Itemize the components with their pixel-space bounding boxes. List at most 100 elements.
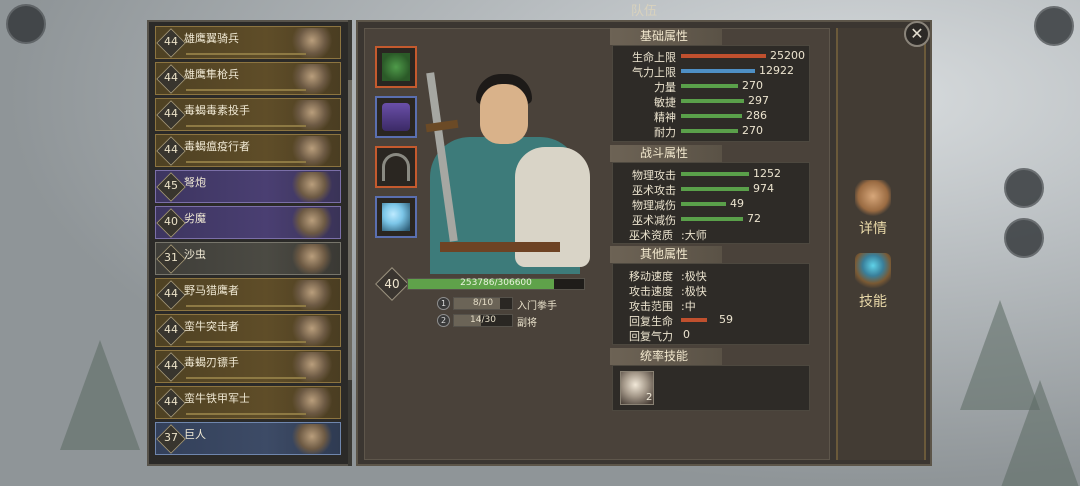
stat-bar bbox=[681, 129, 738, 133]
equip-slot-weapon[interactable] bbox=[375, 146, 417, 188]
stat-value: :大师 bbox=[681, 229, 707, 242]
bow-icon bbox=[382, 153, 410, 181]
unit-portrait bbox=[290, 208, 334, 238]
trait-rank-badge: 1 bbox=[437, 297, 450, 310]
unit-level: 44 bbox=[164, 107, 178, 120]
trait-rank-badge: 2 bbox=[437, 314, 450, 327]
action-orb-top bbox=[1004, 168, 1044, 208]
base-stats-box: 生命上限 25200 气力上限 12922 力量 270 敏捷 297 精神 286 耐力 270 bbox=[612, 45, 810, 142]
stat-label: 移动速度 bbox=[629, 270, 673, 283]
details-label: 详情 bbox=[859, 221, 887, 237]
stat-row: 敏捷 297 bbox=[613, 94, 811, 109]
xp-text: 253786/306600 bbox=[460, 278, 532, 288]
stat-value-text: 中 bbox=[684, 300, 696, 313]
unit-level: 31 bbox=[164, 251, 178, 264]
roster-unit-row[interactable]: 44 蛮牛铁甲军士 bbox=[155, 386, 341, 419]
minimap-orb bbox=[6, 4, 46, 44]
stat-value: 49 bbox=[730, 197, 744, 210]
unit-name: 雄鹰隼枪兵 bbox=[184, 68, 239, 81]
roster-unit-row[interactable]: 44 野马猎鹰者 bbox=[155, 278, 341, 311]
hero-portrait bbox=[420, 62, 590, 274]
unit-name: 毒蝎毒素投手 bbox=[184, 104, 250, 117]
unit-name: 蛮牛突击者 bbox=[184, 320, 239, 333]
stat-row: 物理攻击 1252 bbox=[613, 167, 811, 182]
stat-label: 攻击范围 bbox=[629, 300, 673, 313]
unit-xp-bar bbox=[186, 413, 306, 415]
trait-row[interactable]: 1 8/10 入门拳手 bbox=[437, 297, 597, 312]
stat-label: 巫术资质 bbox=[629, 229, 673, 242]
unit-level: 45 bbox=[164, 179, 178, 192]
trait-name: 副将 bbox=[517, 318, 537, 329]
unit-xp-bar bbox=[186, 305, 306, 307]
trait-progress: 14/30 bbox=[453, 314, 513, 327]
details-button[interactable]: 详情 bbox=[843, 180, 903, 240]
unit-level: 40 bbox=[164, 215, 178, 228]
stat-row-regen-sp: 回复气力 0 bbox=[613, 328, 811, 343]
flexed-arm-icon bbox=[855, 180, 891, 216]
stat-bar bbox=[681, 69, 755, 73]
stat-value: 974 bbox=[753, 182, 774, 195]
unit-xp-bar bbox=[186, 341, 306, 343]
window-title: 队伍 bbox=[630, 4, 657, 19]
roster-unit-row[interactable]: 44 雄鹰翼骑兵 bbox=[155, 26, 341, 59]
unit-name: 毒蝎刃镖手 bbox=[184, 356, 239, 369]
roster-unit-row[interactable]: 44 毒蝎瘟疫行者 bbox=[155, 134, 341, 167]
stat-value: 270 bbox=[742, 124, 763, 137]
stat-bar bbox=[681, 54, 766, 58]
roster-unit-row[interactable]: 31 沙虫 bbox=[155, 242, 341, 275]
trait-row[interactable]: 2 14/30 副将 bbox=[437, 314, 597, 329]
unit-portrait bbox=[290, 172, 334, 202]
unit-roster-list[interactable]: 44 雄鹰翼骑兵 44 雄鹰隼枪兵 44 毒蝎毒素投手 44 毒蝎瘟疫行者 45 弩炮 40 劣魔 31… bbox=[147, 20, 350, 466]
roster-unit-row[interactable]: 40 劣魔 bbox=[155, 206, 341, 239]
roster-unit-row[interactable]: 44 毒蝎刃镖手 bbox=[155, 350, 341, 383]
stat-value: 297 bbox=[748, 94, 769, 107]
xp-bar: 253786/306600 bbox=[407, 278, 585, 290]
stat-row: 巫术减伤 72 bbox=[613, 212, 811, 227]
unit-level: 44 bbox=[164, 71, 178, 84]
unit-xp-bar bbox=[186, 161, 306, 163]
stat-bar bbox=[681, 217, 743, 221]
stat-label: 回复气力 bbox=[629, 330, 673, 343]
action-orb-bottom bbox=[1004, 218, 1044, 258]
stat-label: 耐力 bbox=[654, 126, 676, 139]
stat-bar bbox=[681, 99, 744, 103]
roster-scroll-thumb[interactable] bbox=[348, 80, 352, 380]
spellbook-icon bbox=[855, 253, 891, 289]
equip-slot-armor[interactable] bbox=[375, 96, 417, 138]
unit-level: 44 bbox=[164, 323, 178, 336]
stat-value: 25200 bbox=[770, 49, 805, 62]
unit-level: 44 bbox=[164, 359, 178, 372]
roster-scrollbar[interactable] bbox=[348, 20, 352, 466]
equip-slot-mount[interactable] bbox=[375, 196, 417, 238]
roster-unit-row[interactable]: 44 毒蝎毒素投手 bbox=[155, 98, 341, 131]
unit-level: 44 bbox=[164, 395, 178, 408]
unit-level: 44 bbox=[164, 143, 178, 156]
stat-bar bbox=[681, 84, 738, 88]
stat-label: 巫术攻击 bbox=[632, 184, 676, 197]
section-header-combat: 战斗属性 bbox=[610, 145, 722, 162]
stat-bar bbox=[681, 318, 707, 322]
stat-row: 力量 270 bbox=[613, 79, 811, 94]
roster-unit-row[interactable]: 45 弩炮 bbox=[155, 170, 341, 203]
stat-bar bbox=[681, 187, 749, 191]
equip-slot-accessory[interactable] bbox=[375, 46, 417, 88]
aptitude-value: 大师 bbox=[684, 229, 707, 242]
roster-unit-row[interactable]: 37 巨人 bbox=[155, 422, 341, 455]
roster-unit-row[interactable]: 44 雄鹰隼枪兵 bbox=[155, 62, 341, 95]
unit-name: 毒蝎瘟疫行者 bbox=[184, 140, 250, 153]
side-menu-rail bbox=[836, 28, 926, 460]
stat-row: 攻击速度:极快 bbox=[613, 283, 811, 298]
stat-row-aptitude: 巫术资质 :大师 bbox=[613, 227, 811, 242]
section-header-command: 统率技能 bbox=[610, 348, 722, 365]
stat-value: 286 bbox=[746, 109, 767, 122]
unit-name: 蛮牛铁甲军士 bbox=[184, 392, 250, 405]
unit-level: 44 bbox=[164, 287, 178, 300]
skills-button[interactable]: 技能 bbox=[843, 253, 903, 313]
section-header-base: 基础属性 bbox=[610, 28, 722, 45]
snow-tree bbox=[60, 340, 140, 450]
jade-pendant-icon bbox=[382, 53, 410, 81]
close-button[interactable]: ✕ bbox=[904, 21, 930, 47]
hero-head bbox=[480, 84, 528, 144]
roster-unit-row[interactable]: 44 蛮牛突击者 bbox=[155, 314, 341, 347]
stat-value: 0 bbox=[683, 328, 690, 341]
